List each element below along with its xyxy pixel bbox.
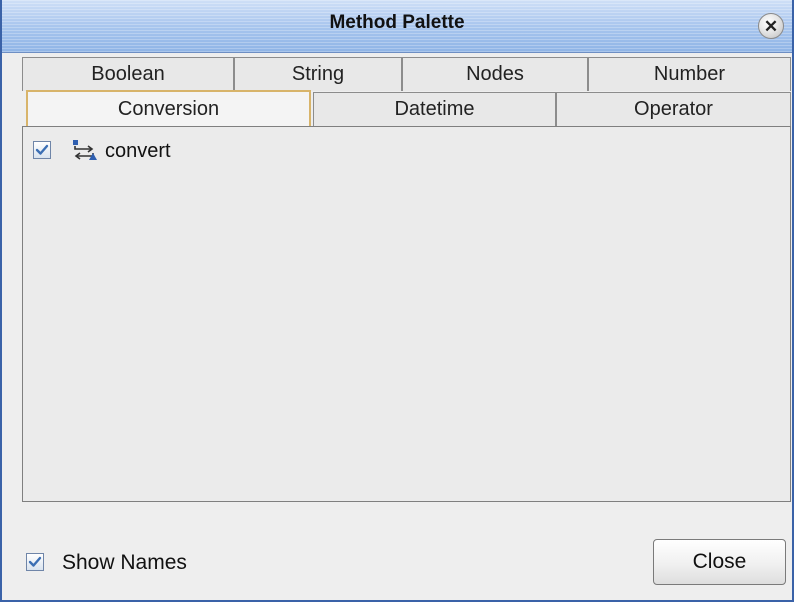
tab-datetime[interactable]: Datetime [313,92,556,126]
tab-number[interactable]: Number [588,57,791,91]
tab-label: Datetime [394,98,475,120]
show-names-checkbox[interactable] [26,553,44,571]
close-button[interactable]: Close [653,539,786,585]
tab-label: Conversion [117,98,220,120]
close-window-icon[interactable]: ✕ [758,13,784,39]
tab-nodes[interactable]: Nodes [402,57,588,91]
show-names-label[interactable]: Show Names [62,551,187,575]
tab-label: Number [653,63,726,85]
method-label-convert[interactable]: convert [105,140,171,163]
checkmark-icon [35,144,49,155]
tab-label: Boolean [91,63,165,85]
tab-operator[interactable]: Operator [556,92,791,126]
close-button-label: Close [692,550,747,573]
tab-conversion[interactable]: Conversion [26,90,311,127]
convert-arrows-icon [73,140,97,160]
window-title: Method Palette [329,12,465,33]
tab-label: Operator [634,98,713,120]
tab-boolean[interactable]: Boolean [22,57,234,91]
title-bar[interactable]: Method Palette ✕ [2,0,792,53]
tab-label: String [291,63,345,85]
method-palette-window: Method Palette ✕ Boolean String Nodes Nu… [0,0,794,602]
convert-checkbox[interactable] [33,141,51,159]
methods-panel: convert [22,126,791,502]
tab-label: Nodes [466,63,524,85]
checkmark-icon [28,556,42,567]
tab-string[interactable]: String [234,57,402,91]
